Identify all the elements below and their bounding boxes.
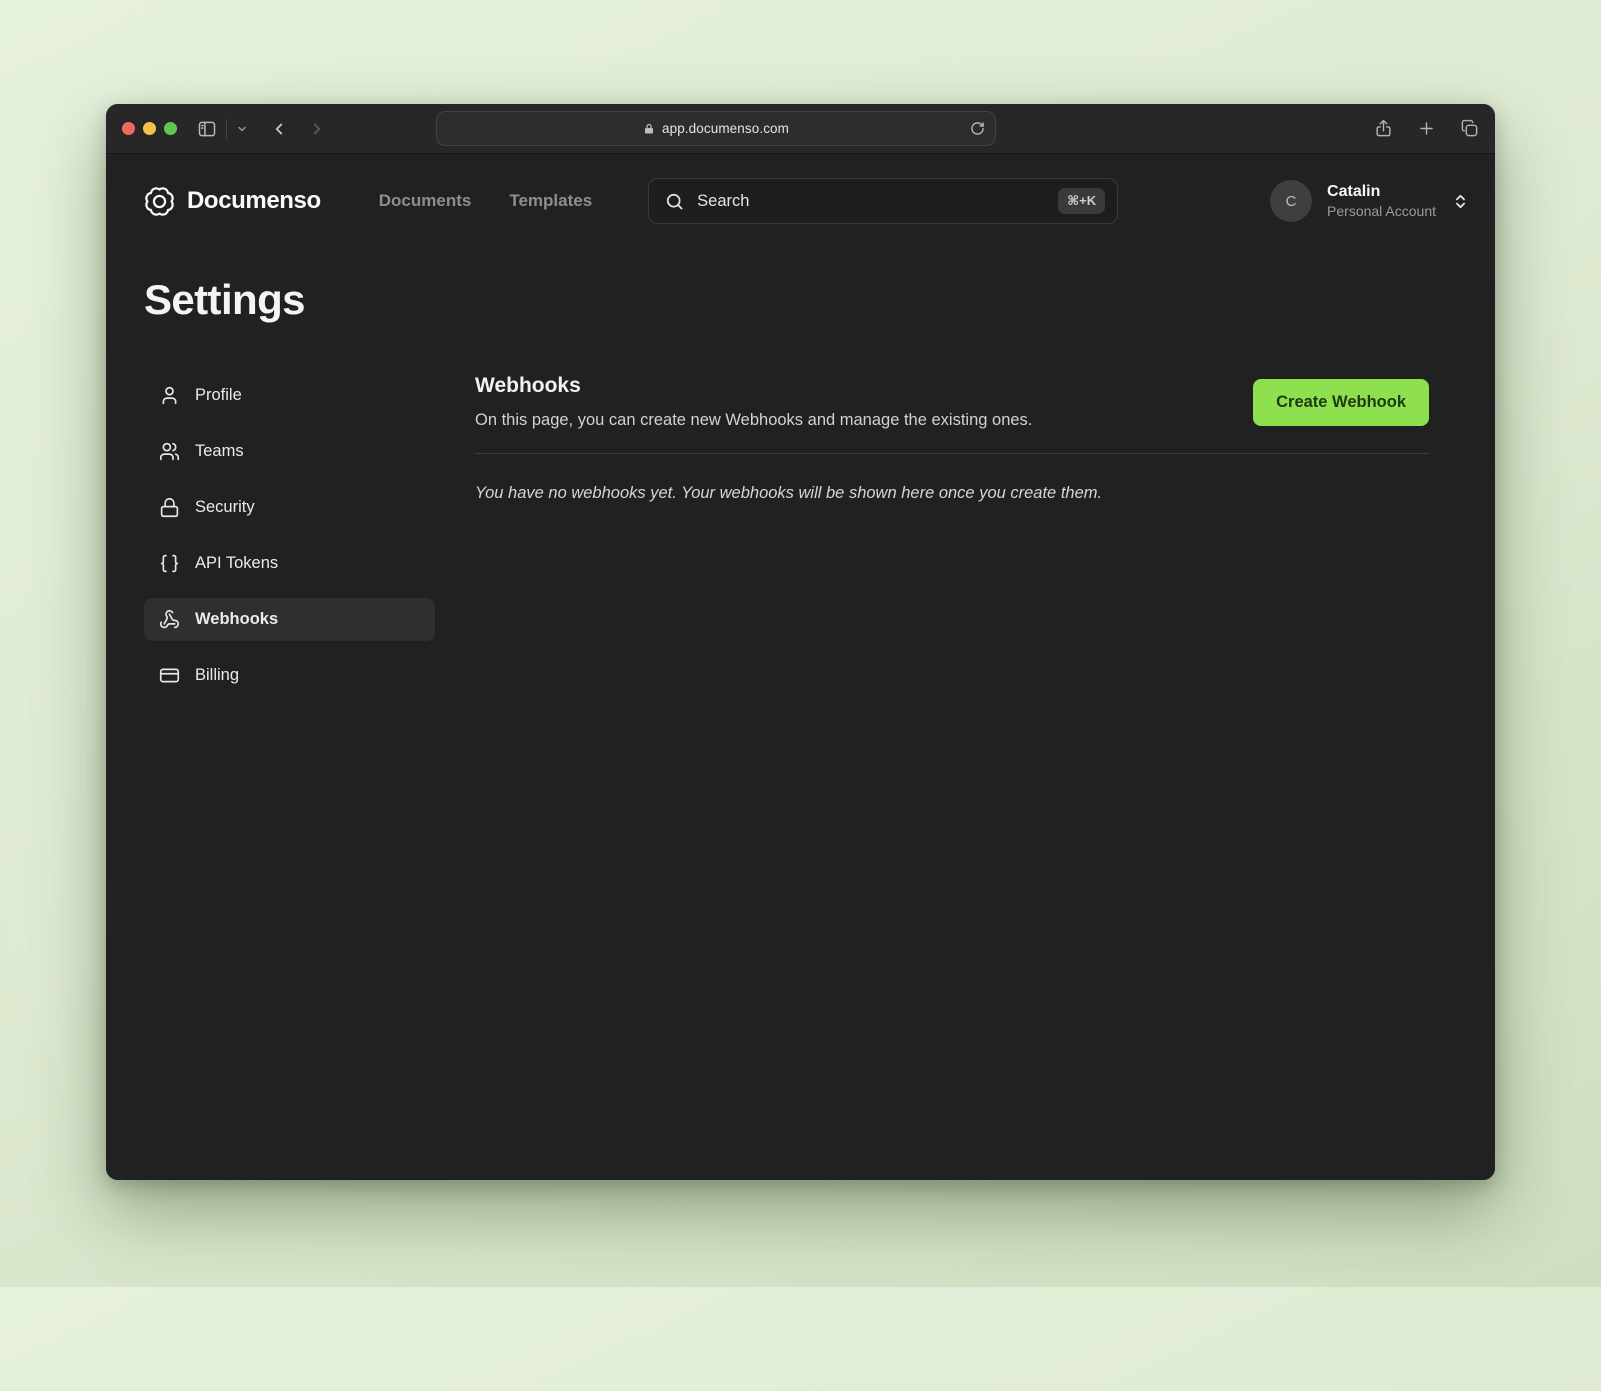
sidebar-item-label: Webhooks [195,610,278,629]
lock-icon [643,123,655,135]
app-header: Documenso Documents Templates Search ⌘+K… [106,154,1495,224]
webhooks-description: On this page, you can create new Webhook… [475,411,1032,430]
credit-card-icon [159,665,180,686]
webhooks-heading-group: Webhooks On this page, you can create ne… [475,374,1032,430]
user-icon [159,385,180,406]
tab-overview-icon[interactable] [1460,119,1479,138]
search-input[interactable]: Search ⌘+K [648,178,1118,224]
sidebar-item-api-tokens[interactable]: API Tokens [144,542,435,585]
sidebar-item-label: Teams [195,442,244,461]
sidebar-item-teams[interactable]: Teams [144,430,435,473]
app-content: Documenso Documents Templates Search ⌘+K… [106,154,1495,1180]
sidebar-item-billing[interactable]: Billing [144,654,435,697]
traffic-lights [122,122,177,135]
webhook-icon [159,609,180,630]
browser-window: app.documenso.com Doc [106,104,1495,1180]
top-navigation: Documents Templates [379,191,592,211]
url-text: app.documenso.com [662,121,789,136]
settings-sidebar: Profile Teams Security API Tokens Webhoo… [144,374,435,697]
minimize-window-button[interactable] [143,122,156,135]
sidebar-item-webhooks[interactable]: Webhooks [144,598,435,641]
forward-button[interactable] [308,120,326,138]
page-title: Settings [144,276,1495,324]
sidebar-item-label: Billing [195,666,239,685]
sidebar-item-label: Profile [195,386,242,405]
create-webhook-button[interactable]: Create Webhook [1253,379,1429,426]
zoom-window-button[interactable] [164,122,177,135]
documenso-badge-icon [144,186,175,217]
sidebar-item-security[interactable]: Security [144,486,435,529]
account-names: Catalin Personal Account [1327,182,1436,221]
documenso-logo[interactable]: Documenso [144,186,321,217]
webhooks-empty-state: You have no webhooks yet. Your webhooks … [475,484,1429,503]
share-icon[interactable] [1374,119,1393,138]
new-tab-icon[interactable] [1417,119,1436,138]
chevrons-up-down-icon [1452,193,1469,210]
search-icon [665,192,684,211]
browser-titlebar: app.documenso.com [106,104,1495,154]
sidebar-toggle-icon[interactable] [197,119,217,139]
webhooks-panel-header: Webhooks On this page, you can create ne… [475,374,1429,430]
sidebar-item-label: Security [195,498,255,517]
account-menu[interactable]: C Catalin Personal Account [1270,180,1469,222]
titlebar-right-controls [1374,119,1479,138]
webhooks-title: Webhooks [475,374,1032,398]
chrome-divider [226,119,227,139]
avatar: C [1270,180,1312,222]
nav-documents[interactable]: Documents [379,191,472,211]
account-name: Catalin [1327,182,1436,203]
nav-templates[interactable]: Templates [509,191,592,211]
sidebar-item-profile[interactable]: Profile [144,374,435,417]
back-button[interactable] [270,120,288,138]
refresh-icon[interactable] [970,121,985,136]
search-shortcut-badge: ⌘+K [1058,188,1105,214]
lock-icon [159,497,180,518]
search-placeholder: Search [697,192,749,211]
settings-layout: Profile Teams Security API Tokens Webhoo… [144,374,1429,697]
sidebar-item-label: API Tokens [195,554,278,573]
braces-icon [159,553,180,574]
webhooks-panel: Webhooks On this page, you can create ne… [475,374,1429,697]
close-window-button[interactable] [122,122,135,135]
account-type: Personal Account [1327,202,1436,220]
users-icon [159,441,180,462]
brand-name: Documenso [187,187,321,215]
section-divider [475,453,1429,454]
address-bar[interactable]: app.documenso.com [436,111,996,146]
tab-groups-chevron-icon[interactable] [236,123,248,135]
